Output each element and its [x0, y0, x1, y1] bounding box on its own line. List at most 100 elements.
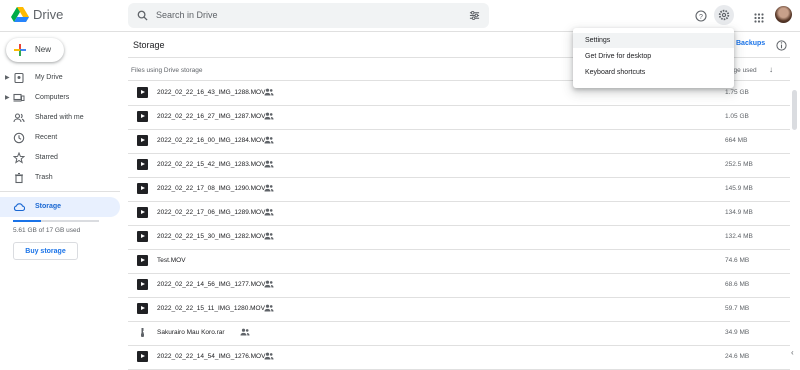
table-row[interactable]: Test.MOV 74.6 MB	[128, 249, 790, 274]
trash-icon	[15, 172, 23, 184]
expand-caret-icon[interactable]: ▶	[5, 94, 10, 101]
table-row[interactable]: 2022_02_22_14_54_IMG_1276.MOV 24.6 MB	[128, 345, 790, 370]
menu-item-keyboard-shortcuts[interactable]: Keyboard shortcuts	[573, 65, 734, 80]
sidebar-item-computers[interactable]: ▶ Computers	[0, 89, 120, 107]
file-size: 1.05 GB	[725, 113, 749, 120]
collapse-panel-icon[interactable]: ‹	[791, 348, 794, 357]
shared-icon	[264, 184, 274, 192]
file-size: 24.6 MB	[725, 353, 750, 360]
shared-icon	[264, 88, 274, 96]
sidebar-item-label: Recent	[35, 134, 58, 141]
file-size: 252.5 MB	[725, 161, 753, 168]
sidebar-item-label: Computers	[35, 94, 70, 101]
file-name[interactable]: 2022_02_22_14_54_IMG_1276.MOV	[157, 353, 265, 360]
video-file-icon	[137, 111, 148, 122]
new-button[interactable]: New	[6, 38, 64, 62]
sidebar-item-label: Starred	[35, 154, 58, 161]
storage-bar-fill	[13, 220, 42, 222]
shared-icon	[264, 352, 274, 360]
file-name[interactable]: 2022_02_22_16_43_IMG_1288.MOV	[157, 89, 265, 96]
sidebar-item-my-drive[interactable]: ▶ My Drive	[0, 69, 120, 87]
table-row[interactable]: 2022_02_22_17_08_IMG_1290.MOV 145.9 MB	[128, 177, 790, 202]
file-name[interactable]: 2022_02_22_17_08_IMG_1290.MOV	[157, 185, 265, 192]
sidebar-item-label: Storage	[35, 203, 62, 210]
file-size: 132.4 MB	[725, 233, 753, 240]
video-file-icon	[137, 255, 148, 266]
archive-file-icon	[140, 328, 144, 337]
new-button-label: New	[35, 45, 52, 54]
file-size: 1.75 GB	[725, 89, 749, 96]
storage-bar	[13, 220, 99, 222]
cloud-icon	[13, 203, 25, 212]
video-file-icon	[137, 207, 148, 218]
file-name[interactable]: 2022_02_22_15_30_IMG_1282.MOV	[157, 233, 265, 240]
file-size: 68.6 MB	[725, 281, 750, 288]
video-file-icon	[137, 183, 148, 194]
file-size: 134.9 MB	[725, 209, 753, 216]
search-input[interactable]: Search in Drive	[156, 10, 218, 20]
table-row[interactable]: 2022_02_22_15_30_IMG_1282.MOV 132.4 MB	[128, 225, 790, 250]
table-row[interactable]: 2022_02_22_16_00_IMG_1284.MOV 664 MB	[128, 129, 790, 154]
shared-icon	[264, 304, 274, 312]
menu-item-settings[interactable]: Settings	[573, 33, 734, 48]
table-row[interactable]: 2022_02_22_14_56_IMG_1277.MOV 68.6 MB	[128, 273, 790, 298]
file-name[interactable]: 2022_02_22_16_00_IMG_1284.MOV	[157, 137, 265, 144]
table-row[interactable]: 2022_02_22_16_27_IMG_1287.MOV 1.05 GB	[128, 105, 790, 130]
file-name[interactable]: Test.MOV	[157, 257, 186, 264]
apps-grid-icon[interactable]	[754, 10, 764, 23]
search-icon[interactable]	[137, 10, 148, 21]
clock-icon	[13, 132, 25, 144]
video-file-icon	[137, 135, 148, 146]
menu-item-label: Settings	[585, 37, 611, 44]
info-icon[interactable]	[776, 38, 787, 51]
files-header: Files using Drive storage	[131, 67, 203, 74]
sidebar-item-trash[interactable]: Trash	[0, 169, 120, 187]
sidebar-item-storage[interactable]: Storage	[0, 197, 120, 217]
svg-text:?: ?	[699, 14, 703, 21]
file-size: 34.9 MB	[725, 329, 750, 336]
sidebar-item-label: Shared with me	[35, 114, 84, 121]
expand-caret-icon[interactable]: ▶	[5, 74, 10, 81]
drive-logo-icon[interactable]	[11, 7, 29, 23]
table-row[interactable]: 2022_02_22_17_06_IMG_1289.MOV 134.9 MB	[128, 201, 790, 226]
shared-icon	[264, 208, 274, 216]
file-name[interactable]: 2022_02_22_17_06_IMG_1289.MOV	[157, 209, 265, 216]
file-size: 59.7 MB	[725, 305, 750, 312]
video-file-icon	[137, 159, 148, 170]
settings-gear-icon[interactable]	[714, 5, 734, 25]
search-options-icon[interactable]	[469, 10, 480, 21]
file-size: 145.9 MB	[725, 185, 753, 192]
menu-item-label: Keyboard shortcuts	[585, 69, 646, 76]
sidebar-item-recent[interactable]: Recent	[0, 129, 120, 147]
menu-item-label: Get Drive for desktop	[585, 53, 652, 60]
table-row[interactable]: 2022_02_22_15_11_IMG_1280.MOV 59.7 MB	[128, 297, 790, 322]
computers-icon	[13, 93, 25, 102]
backups-link[interactable]: Backups	[736, 40, 765, 47]
shared-icon	[264, 280, 274, 288]
file-name[interactable]: 2022_02_22_16_27_IMG_1287.MOV	[157, 113, 265, 120]
video-file-icon	[137, 351, 148, 362]
table-row[interactable]: Sakurairo Mau Koro.rar 34.9 MB	[128, 321, 790, 346]
file-name[interactable]: Sakurairo Mau Koro.rar	[157, 329, 225, 336]
sort-arrow-down-icon[interactable]: ↓	[769, 65, 773, 74]
video-file-icon	[137, 231, 148, 242]
sidebar-item-label: Trash	[35, 174, 53, 181]
video-file-icon	[137, 303, 148, 314]
buy-storage-button[interactable]: Buy storage	[13, 242, 78, 260]
plus-icon	[14, 44, 26, 56]
search-bar[interactable]: Search in Drive	[128, 3, 489, 28]
help-icon[interactable]: ?	[693, 8, 709, 24]
file-name[interactable]: 2022_02_22_15_42_IMG_1283.MOV	[157, 161, 265, 168]
menu-item-get-drive-for-desktop[interactable]: Get Drive for desktop	[573, 49, 734, 64]
file-name[interactable]: 2022_02_22_15_11_IMG_1280.MOV	[157, 305, 265, 312]
table-row[interactable]: 2022_02_22_15_42_IMG_1283.MOV 252.5 MB	[128, 153, 790, 178]
storage-used-text: 5.61 GB of 17 GB used	[13, 227, 81, 234]
app-name[interactable]: Drive	[33, 7, 63, 22]
scrollbar[interactable]	[792, 90, 797, 130]
avatar[interactable]	[775, 6, 792, 23]
shared-icon	[264, 232, 274, 240]
file-name[interactable]: 2022_02_22_14_56_IMG_1277.MOV	[157, 281, 265, 288]
sidebar-item-starred[interactable]: Starred	[0, 149, 120, 167]
video-file-icon	[137, 279, 148, 290]
sidebar-item-shared-with-me[interactable]: Shared with me	[0, 109, 120, 127]
